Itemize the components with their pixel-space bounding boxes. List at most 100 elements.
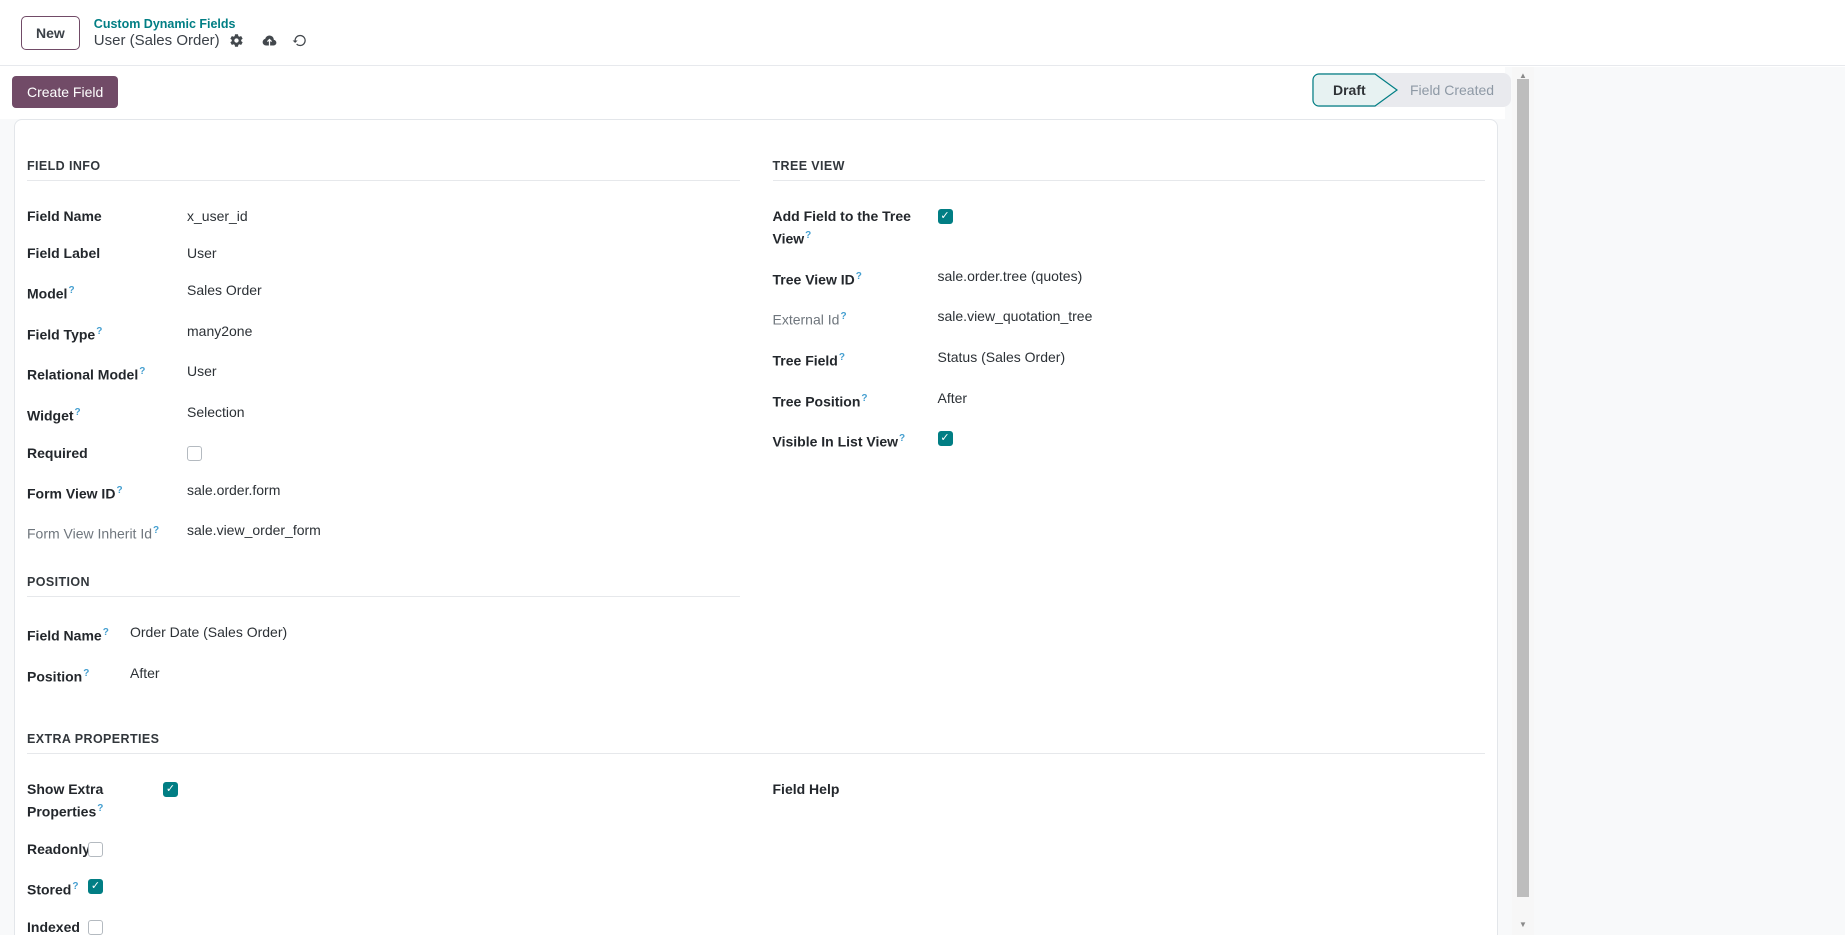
form-row-relational-model: Relational Model? User — [27, 362, 740, 385]
show-extra-properties-checkbox[interactable] — [163, 782, 178, 798]
save-cloud-upload-icon[interactable] — [261, 33, 278, 48]
position-value[interactable]: After — [130, 664, 160, 683]
tree-view-id-value[interactable]: sale.order.tree (quotes) — [938, 267, 1083, 286]
form-row-model: Model? Sales Order — [27, 281, 740, 304]
help-icon[interactable]: ? — [103, 627, 109, 638]
help-icon[interactable]: ? — [97, 803, 103, 814]
add-field-tree-view-checkbox[interactable] — [937, 209, 953, 224]
field-name-label: Field Name — [27, 208, 102, 224]
section-title-tree-view: TREE VIEW — [772, 159, 845, 173]
new-button[interactable]: New — [21, 15, 80, 50]
form-sheet: FIELD INFO Field Name x_user_id Field La… — [14, 119, 1498, 935]
tree-field-label: Tree Field? — [772, 351, 845, 369]
breadcrumb-parent-link[interactable]: Custom Dynamic Fields — [94, 17, 307, 31]
relational-model-value[interactable]: User — [187, 362, 217, 381]
help-icon[interactable]: ? — [856, 271, 862, 282]
scrollbar-thumb[interactable] — [1517, 79, 1529, 897]
help-icon[interactable]: ? — [83, 668, 89, 679]
position-field-name-label: Field Name? — [27, 626, 109, 644]
help-icon[interactable]: ? — [116, 485, 122, 496]
form-row-field-label: Field Label User — [27, 244, 740, 263]
widget-label: Widget? — [27, 406, 81, 424]
help-icon[interactable]: ? — [839, 352, 845, 363]
help-icon[interactable]: ? — [72, 881, 78, 892]
help-icon[interactable]: ? — [840, 311, 846, 322]
help-icon[interactable]: ? — [861, 393, 867, 404]
form-view-inherit-id-value[interactable]: sale.view_order_form — [187, 521, 321, 540]
indexed-label: Indexed — [27, 918, 80, 935]
tree-view-id-label: Tree View ID? — [772, 270, 862, 288]
section-title-extra-properties: EXTRA PROPERTIES — [27, 732, 160, 747]
external-id-value[interactable]: sale.view_quotation_tree — [938, 307, 1093, 326]
create-field-button[interactable]: Create Field — [12, 76, 119, 108]
required-label: Required — [27, 444, 88, 461]
breadcrumb-bar: New Custom Dynamic Fields User (Sales Or… — [0, 0, 1845, 66]
tree-field-value[interactable]: Status (Sales Order) — [938, 348, 1066, 367]
help-icon[interactable]: ? — [139, 366, 145, 377]
field-label-label: Field Label — [27, 245, 101, 261]
divider — [27, 753, 1485, 755]
status-step-field-created[interactable]: Field Created — [1398, 73, 1511, 107]
form-row-show-extra-properties: Show Extra Properties? — [27, 780, 740, 822]
form-row-indexed: Indexed — [27, 918, 740, 935]
position-field-name-value[interactable]: Order Date (Sales Order) — [130, 623, 287, 642]
discard-undo-icon[interactable] — [292, 33, 307, 48]
left-column: FIELD INFO Field Name x_user_id Field La… — [27, 159, 740, 704]
form-row-stored: Stored? — [27, 877, 740, 900]
field-name-value[interactable]: x_user_id — [187, 207, 248, 226]
breadcrumb-current-title: User (Sales Order) — [93, 31, 220, 49]
section-title-position: POSITION — [27, 574, 90, 589]
scroll-down-icon[interactable]: ▼ — [1512, 918, 1534, 932]
visible-in-list-view-label: Visible In List View? — [772, 433, 906, 450]
stored-checkbox[interactable] — [88, 878, 103, 894]
help-icon[interactable]: ? — [68, 285, 74, 296]
show-extra-properties-label: Show Extra Properties? — [27, 781, 104, 820]
vertical-scrollbar[interactable]: ▲ ▼ — [1512, 67, 1534, 935]
relational-model-label: Relational Model? — [27, 366, 146, 383]
field-help-label: Field Help — [772, 781, 840, 798]
section-title-field-info: FIELD INFO — [27, 159, 101, 173]
divider — [27, 595, 740, 597]
visible-in-list-view-checkbox[interactable] — [937, 431, 953, 447]
status-step-draft[interactable]: Draft — [1312, 73, 1398, 107]
required-checkbox[interactable] — [187, 445, 202, 461]
form-row-field-name: Field Name x_user_id — [27, 207, 740, 226]
form-view-id-label: Form View ID? — [27, 484, 123, 502]
widget-value[interactable]: Selection — [187, 403, 245, 422]
tree-position-value[interactable]: After — [938, 389, 968, 408]
help-icon[interactable]: ? — [805, 230, 811, 241]
form-row-external-id: External Id? sale.view_quotation_tree — [773, 307, 1486, 330]
action-strip: Create Field Draft Field Created — [0, 67, 1512, 119]
external-id-label: External Id? — [772, 311, 847, 328]
form-row-form-view-id: Form View ID? sale.order.form — [27, 481, 740, 504]
readonly-checkbox[interactable] — [88, 841, 103, 857]
status-step-draft-label: Draft — [1333, 82, 1366, 98]
content-area: Create Field Draft Field Created FIELD I… — [0, 67, 1845, 935]
app-window: New Custom Dynamic Fields User (Sales Or… — [0, 0, 1845, 935]
status-bar: Draft Field Created — [1312, 73, 1512, 107]
form-view-id-value[interactable]: sale.order.form — [187, 481, 280, 500]
field-type-value[interactable]: many2one — [187, 322, 252, 341]
section-extra-properties: EXTRA PROPERTIES Show Extra Properties? … — [27, 732, 1485, 935]
form-row-tree-view-id: Tree View ID? sale.order.tree (quotes) — [773, 267, 1486, 290]
right-column: TREE VIEW Add Field to the Tree View? Tr… — [772, 159, 1486, 704]
extra-right-column: Field Help — [773, 780, 1486, 935]
help-icon[interactable]: ? — [153, 525, 159, 536]
form-row-add-field-tree-view: Add Field to the Tree View? — [773, 207, 1486, 249]
form-row-form-view-inherit-id: Form View Inherit Id? sale.view_order_fo… — [27, 521, 740, 544]
form-row-required: Required — [27, 444, 740, 463]
form-row-visible-in-list-view: Visible In List View? — [773, 429, 1486, 452]
model-value[interactable]: Sales Order — [187, 281, 262, 300]
help-icon[interactable]: ? — [899, 433, 905, 444]
add-field-tree-view-label: Add Field to the Tree View? — [772, 208, 911, 247]
form-row-readonly: Readonly — [27, 840, 740, 859]
tree-position-label: Tree Position? — [772, 392, 868, 410]
settings-gear-icon[interactable] — [229, 33, 244, 48]
help-icon[interactable]: ? — [75, 407, 81, 418]
position-label: Position? — [27, 667, 90, 685]
indexed-checkbox[interactable] — [88, 919, 103, 935]
help-icon[interactable]: ? — [96, 326, 102, 337]
form-row-tree-position: Tree Position? After — [773, 389, 1486, 412]
stored-label: Stored? — [27, 880, 79, 898]
field-label-value[interactable]: User — [187, 244, 217, 263]
